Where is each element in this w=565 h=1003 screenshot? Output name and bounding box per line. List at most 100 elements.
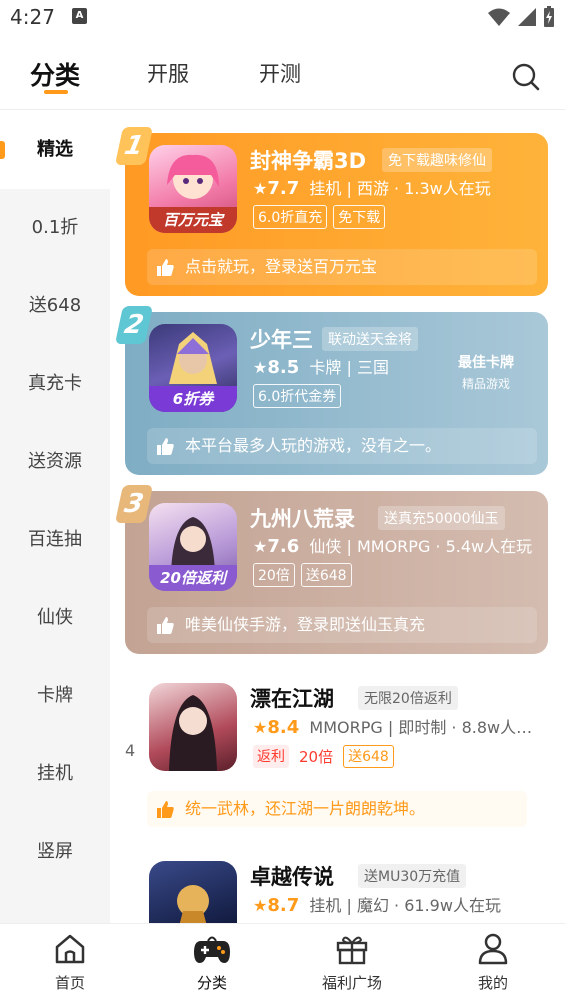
featured-game-card[interactable]: 2 6折券 少年三 联动送天金将 ★8.5 卡牌 | 三国 6.0折代金券 最佳…: [114, 306, 548, 475]
nav-profile[interactable]: 我的: [443, 932, 543, 993]
badge: 20倍: [253, 563, 295, 587]
sidebar-item-discount[interactable]: 0.1折: [0, 189, 110, 267]
tab-open-server[interactable]: 开服: [147, 58, 189, 88]
sidebar-item-featured[interactable]: 精选: [0, 111, 110, 189]
sidebar-item-hundred-draws[interactable]: 百连抽: [0, 501, 110, 579]
rank-badge: 1: [114, 127, 154, 165]
badge: 送648: [343, 745, 394, 768]
game-name: 封神争霸3D: [250, 149, 367, 173]
home-icon: [55, 934, 85, 964]
sidebar-item-portrait[interactable]: 竖屏: [0, 813, 110, 891]
rank-badge: 3: [114, 485, 154, 523]
game-tag: 送真充50000仙玉: [378, 506, 505, 530]
game-badges: 20倍 送648: [253, 563, 352, 587]
thumbs-up-icon: [157, 259, 174, 276]
game-icon: [149, 683, 237, 771]
badge: 6.0折直充: [253, 205, 328, 229]
game-list-item[interactable]: 卓越传说 送MU30万充值 ★8.7 挂机 | 魔幻 · 61.9w人在玩: [125, 861, 555, 923]
game-score: 7.6: [267, 536, 300, 557]
battery-icon: [544, 6, 554, 27]
game-info: 挂机 | 西游 · 1.3w人在玩: [309, 179, 491, 198]
sidebar-item-idle[interactable]: 挂机: [0, 735, 110, 813]
game-meta: ★8.7 挂机 | 魔幻 · 61.9w人在玩: [253, 892, 501, 916]
award-title: 最佳卡牌: [458, 355, 514, 371]
sidebar-item-resources[interactable]: 送资源: [0, 423, 110, 501]
gamepad-icon: [194, 936, 230, 963]
game-meta: ★8.4 MMORPG | 即时制 · 8.8w人…: [253, 714, 532, 738]
gift-icon: [336, 936, 368, 965]
rank-number: 4: [125, 741, 136, 760]
sidebar-item-gift648[interactable]: 送648: [0, 267, 110, 345]
nav-welfare[interactable]: 福利广场: [302, 932, 402, 993]
nav-label: 我的: [477, 974, 508, 992]
game-name: 漂在江湖: [250, 687, 334, 711]
wifi-icon: [488, 8, 510, 26]
game-icon: 20倍返利: [149, 503, 237, 591]
slogan-text: 本平台最多人玩的游戏，没有之一。: [185, 436, 442, 455]
character-art-icon: [177, 885, 209, 923]
rank-badge: 2: [114, 306, 154, 344]
badge: 20倍: [299, 748, 334, 766]
game-info: 仙侠 | MMORPG · 5.4w人在玩: [309, 537, 533, 556]
signal-icon: [518, 8, 536, 26]
game-tag: 联动送天金将: [322, 327, 418, 351]
game-icon: [149, 861, 237, 923]
star-icon: ★: [253, 718, 268, 737]
nav-category[interactable]: 分类: [162, 932, 262, 993]
active-tab-indicator: [44, 90, 68, 94]
thumbs-up-icon: [157, 438, 174, 455]
thumbs-up-icon: [157, 801, 174, 818]
star-icon: ★: [253, 896, 268, 915]
star-icon: ★: [253, 537, 268, 556]
status-icons: [487, 6, 555, 28]
bottom-navigation: 首页 分类 福利广场 我的: [0, 923, 565, 1003]
game-icon: 百万元宝: [149, 145, 237, 233]
game-meta: ★7.7 挂机 | 西游 · 1.3w人在玩: [253, 175, 491, 199]
sim-icon: A: [72, 8, 87, 24]
award-badge: 最佳卡牌 精品游戏: [436, 352, 536, 392]
featured-game-card[interactable]: 3 20倍返利 九州八荒录 送真充50000仙玉 ★7.6 仙侠 | MMORP…: [114, 485, 548, 654]
sidebar-item-card[interactable]: 卡牌: [0, 657, 110, 735]
nav-label: 福利广场: [321, 974, 382, 992]
game-score: 8.7: [267, 895, 300, 916]
game-name: 卓越传说: [250, 865, 334, 889]
game-list-item[interactable]: 4 漂在江湖 无限20倍返利 ★8.4 MMORPG | 即时制 · 8.8w人…: [125, 683, 555, 846]
game-name: 九州八荒录: [250, 507, 355, 531]
featured-game-card[interactable]: 1 百万元宝 封神争霸3D 免下载趣味修仙 ★7.7 挂机 | 西游 · 1.3…: [114, 127, 548, 296]
game-slogan: 本平台最多人玩的游戏，没有之一。: [147, 428, 537, 464]
sidebar-item-recharge-card[interactable]: 真充卡: [0, 345, 110, 423]
status-bar: 4:27 A: [0, 0, 565, 36]
game-icon: 6折券: [149, 324, 237, 412]
game-tag: 免下载趣味修仙: [382, 148, 492, 172]
game-info: 挂机 | 魔幻 · 61.9w人在玩: [309, 896, 501, 915]
game-slogan: 唯美仙侠手游，登录即送仙玉真充: [147, 607, 537, 643]
nav-home[interactable]: 首页: [20, 932, 120, 993]
badge: 返利: [253, 745, 289, 768]
category-sidebar: 精选 0.1折 送648 真充卡 送资源 百连抽 仙侠 卡牌 挂机 竖屏: [0, 111, 110, 923]
character-art-icon: [169, 695, 217, 771]
tab-open-test[interactable]: 开测: [259, 58, 301, 88]
slogan-text: 统一武林，还江湖一片朗朗乾坤。: [185, 799, 426, 818]
award-subtitle: 精品游戏: [461, 377, 510, 391]
game-score: 7.7: [267, 178, 300, 199]
search-icon[interactable]: [511, 62, 541, 92]
game-tag: 送MU30万充值: [358, 864, 467, 888]
star-icon: ★: [253, 358, 268, 377]
thumbs-up-icon: [157, 617, 174, 634]
badge: 6.0折代金券: [253, 384, 342, 408]
badge: 送648: [300, 563, 352, 587]
game-badges: 6.0折代金券: [253, 384, 342, 408]
game-list: 1 百万元宝 封神争霸3D 免下载趣味修仙 ★7.7 挂机 | 西游 · 1.3…: [110, 111, 565, 923]
icon-ribbon: 百万元宝: [149, 207, 237, 233]
game-score: 8.5: [267, 357, 300, 378]
game-badges: 6.0折直充 免下载: [253, 205, 386, 229]
tab-category[interactable]: 分类: [30, 56, 80, 92]
sidebar-item-xianxia[interactable]: 仙侠: [0, 579, 110, 657]
top-tab-bar: 分类 开服 开测: [0, 40, 565, 110]
game-score: 8.4: [267, 717, 300, 738]
slogan-text: 点击就玩，登录送百万元宝: [185, 257, 378, 276]
nav-label: 首页: [54, 974, 85, 992]
game-info: 卡牌 | 三国: [309, 358, 389, 377]
game-slogan: 点击就玩，登录送百万元宝: [147, 249, 537, 285]
nav-label: 分类: [196, 974, 227, 992]
